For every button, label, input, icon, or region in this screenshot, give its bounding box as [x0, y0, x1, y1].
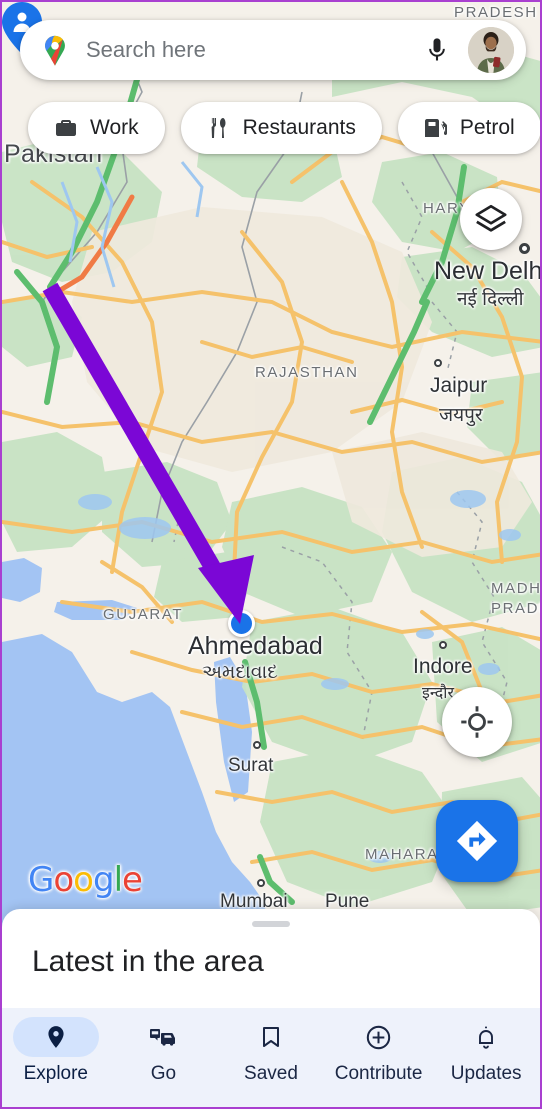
nav-label: Go — [150, 1063, 177, 1084]
chip-label: Petrol — [459, 116, 515, 139]
commute-icon — [150, 1029, 176, 1046]
nav-label: Updates — [450, 1063, 522, 1084]
search-input[interactable] — [86, 37, 406, 63]
crosshair-icon — [461, 706, 493, 738]
layers-button[interactable] — [460, 188, 522, 250]
fuel-pump-icon — [424, 116, 448, 140]
my-location-button[interactable] — [442, 687, 512, 757]
directions-arrow-icon — [456, 820, 498, 862]
bottom-sheet[interactable]: Latest in the area — [2, 909, 540, 1008]
nav-label: Contribute — [334, 1063, 423, 1084]
fork-knife-icon — [207, 116, 231, 140]
plus-circle-icon — [366, 1025, 391, 1049]
sheet-title: Latest in the area — [32, 945, 264, 978]
chip-restaurants[interactable]: Restaurants — [180, 102, 382, 154]
briefcase-icon — [54, 116, 78, 140]
bookmark-icon — [262, 1027, 279, 1047]
current-location-dot — [228, 610, 255, 637]
sheet-drag-handle[interactable] — [252, 921, 290, 927]
nav-item-updates[interactable]: Updates — [432, 1008, 540, 1085]
nav-item-go[interactable]: Go — [110, 1008, 218, 1085]
category-chips-row[interactable]: Work Restaurants Petrol — [28, 102, 540, 154]
map-pin-icon — [48, 1026, 64, 1048]
nav-item-saved[interactable]: Saved — [217, 1008, 325, 1085]
bottom-navigation[interactable]: Explore Go Saved Contribute Updates — [2, 1008, 540, 1107]
maps-app-screen: PRADESH Pakistan HARY New Delhi नई दिल्ल… — [0, 0, 542, 1109]
chip-work[interactable]: Work — [28, 102, 165, 154]
chip-petrol[interactable]: Petrol — [397, 102, 540, 154]
nav-label: Explore — [23, 1063, 88, 1084]
microphone-icon[interactable] — [420, 33, 454, 67]
layers-icon — [475, 204, 507, 232]
user-avatar[interactable] — [468, 27, 514, 73]
chip-label: Work — [90, 116, 139, 139]
nav-item-explore[interactable]: Explore — [2, 1008, 110, 1085]
chip-label: Restaurants — [242, 116, 356, 139]
nav-item-contribute[interactable]: Contribute — [325, 1008, 433, 1085]
nav-label: Saved — [244, 1063, 298, 1084]
bell-icon — [479, 1026, 494, 1049]
search-bar[interactable] — [20, 20, 526, 80]
google-maps-pin-icon — [45, 35, 65, 66]
directions-button[interactable] — [436, 800, 518, 882]
